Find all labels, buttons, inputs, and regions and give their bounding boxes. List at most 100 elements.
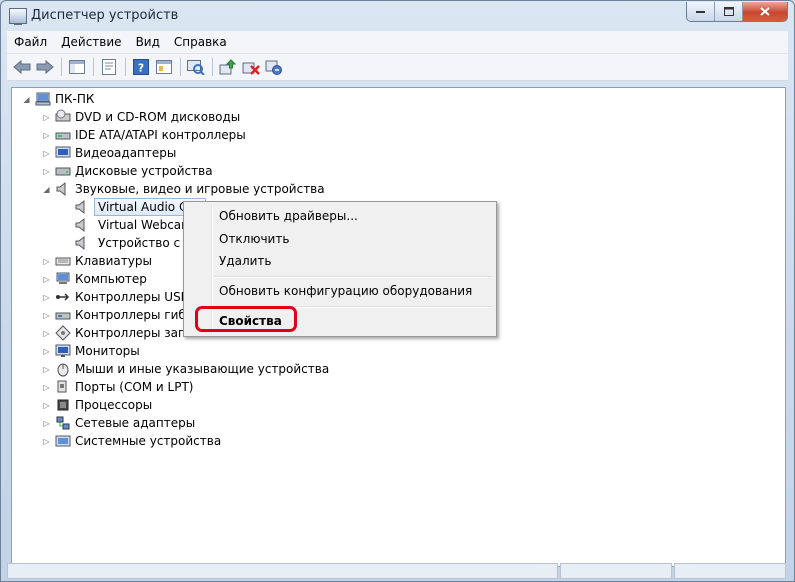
caption-buttons (686, 2, 788, 22)
view-icon (156, 60, 172, 74)
menu-help[interactable]: Справка (167, 35, 234, 49)
minimize-icon (695, 10, 705, 13)
expand-icon[interactable]: ▷ (42, 419, 51, 428)
window-title: Диспетчер устройств (31, 8, 179, 23)
menu-uninstall[interactable]: Удалить (219, 254, 272, 268)
dvd-drive-icon (55, 109, 71, 122)
back-button[interactable] (11, 57, 33, 77)
update-driver-button[interactable] (217, 57, 239, 77)
menu-action[interactable]: Действие (54, 35, 128, 49)
expand-icon[interactable]: ▷ (42, 257, 51, 266)
expand-icon[interactable]: ▷ (42, 383, 51, 392)
processor-icon (57, 399, 69, 411)
disable-button[interactable] (263, 57, 285, 77)
maximize-button[interactable] (715, 2, 743, 21)
svg-text:?: ? (138, 62, 144, 75)
status-segment (7, 563, 559, 579)
menu-scan-hardware[interactable]: Обновить конфигурацию оборудования (219, 284, 472, 298)
monitor-icon (55, 344, 71, 357)
tree-node[interactable]: ▷ Сетевые адаптеры (42, 414, 195, 432)
status-segment (560, 563, 673, 579)
toolbar-separator (61, 58, 62, 76)
computer-icon (56, 272, 70, 284)
close-icon (760, 7, 770, 16)
menu-file[interactable]: Файл (7, 35, 54, 49)
console-tree-icon (69, 60, 85, 74)
keyboard-icon (55, 257, 71, 266)
mouse-icon (57, 363, 69, 377)
scan-hardware-icon (187, 60, 205, 75)
tree-node[interactable]: ▷ Порты (COM и LPT) (42, 378, 193, 396)
title-bar[interactable]: Диспетчер устройств (1, 1, 794, 31)
system-device-icon (55, 435, 71, 447)
menu-update-drivers[interactable]: Обновить драйверы... (219, 209, 358, 223)
view-button[interactable] (153, 57, 175, 77)
toolbar-separator (180, 58, 181, 76)
collapse-icon[interactable]: ◢ (42, 185, 51, 194)
expand-icon[interactable]: ▷ (42, 167, 51, 176)
tree-child[interactable]: Устройство с по (74, 234, 199, 252)
uninstall-button[interactable] (240, 57, 262, 77)
tree-node[interactable]: ▷ DVD и CD-ROM дисководы (42, 108, 240, 126)
status-segment (674, 563, 786, 579)
help-button[interactable]: ? (130, 57, 152, 77)
usb-icon (56, 293, 70, 301)
expand-icon[interactable]: ▷ (42, 311, 51, 320)
tree-node[interactable]: ▷ Контроллеры USB (42, 288, 189, 306)
speaker-icon (75, 217, 85, 233)
expand-icon[interactable]: ▷ (42, 113, 51, 122)
tree-node[interactable]: ▷ Дисковые устройства (42, 162, 213, 180)
tree-root-label: ПК-ПК (55, 92, 95, 106)
tree-root[interactable]: ◢ ПК-ПК (22, 90, 94, 108)
tree-node[interactable]: ▷ IDE ATA/ATAPI контроллеры (42, 126, 245, 144)
minimize-button[interactable] (687, 2, 715, 21)
expand-icon[interactable]: ▷ (42, 365, 51, 374)
scan-hardware-button[interactable] (185, 57, 207, 77)
expand-icon[interactable]: ▷ (42, 437, 51, 446)
expand-icon[interactable]: ▷ (42, 149, 51, 158)
properties-icon (102, 59, 116, 75)
disk-drive-icon (55, 167, 71, 176)
close-button[interactable] (743, 2, 787, 21)
expand-icon[interactable]: ▷ (42, 275, 51, 284)
toolbar-separator (212, 58, 213, 76)
expand-icon[interactable]: ▷ (42, 347, 51, 356)
tree-node[interactable]: ▷ Клавиатуры (42, 252, 152, 270)
tree-node[interactable]: ▷ Мониторы (42, 342, 139, 360)
tree-node[interactable]: ▷ Компьютер (42, 270, 147, 288)
tree-node[interactable]: ▷ Процессоры (42, 396, 152, 414)
storage-controller-icon (55, 325, 71, 341)
collapse-icon[interactable]: ◢ (22, 95, 31, 104)
expand-icon[interactable]: ▷ (42, 293, 51, 302)
tree-node-expanded[interactable]: ◢ Звуковые, видео и игровые устройства (42, 180, 325, 198)
expand-icon[interactable]: ▷ (42, 131, 51, 140)
tree-node-label: Звуковые, видео и игровые устройства (75, 182, 325, 196)
tree-node[interactable]: ▷ Мыши и иные указывающие устройства (42, 360, 329, 378)
uninstall-icon (242, 62, 260, 75)
speaker-icon (56, 181, 66, 197)
status-bar (7, 563, 788, 579)
floppy-controller-icon (55, 312, 71, 320)
menu-disable[interactable]: Отключить (219, 232, 289, 246)
tree-node-label: Контроллеры USB (75, 290, 189, 304)
tree-node[interactable]: ▷ Системные устройства (42, 432, 221, 450)
menu-bar: Файл Действие Вид Справка (7, 31, 788, 54)
speaker-icon (75, 199, 85, 215)
maximize-icon (723, 7, 734, 16)
tree-node-label: Мыши и иные указывающие устройства (75, 362, 330, 376)
network-adapter-icon (56, 416, 70, 430)
expand-icon[interactable]: ▷ (42, 329, 51, 338)
tree-node-label: Процессоры (75, 398, 153, 412)
tree-node[interactable]: ▷ Контроллеры гибки (42, 306, 200, 324)
forward-arrow-icon (36, 60, 54, 74)
properties-button[interactable] (98, 57, 120, 77)
tree-node-label: Дисковые устройства (75, 164, 213, 178)
tree-node[interactable]: ▷ Видеоадаптеры (42, 144, 176, 162)
forward-button[interactable] (34, 57, 56, 77)
menu-view[interactable]: Вид (129, 35, 167, 49)
show-hide-console-tree-button[interactable] (66, 57, 88, 77)
computer-root-icon (35, 92, 51, 106)
expand-icon[interactable]: ▷ (42, 401, 51, 410)
toolbar: ? (7, 54, 788, 81)
tree-node-label: Компьютер (75, 272, 147, 286)
